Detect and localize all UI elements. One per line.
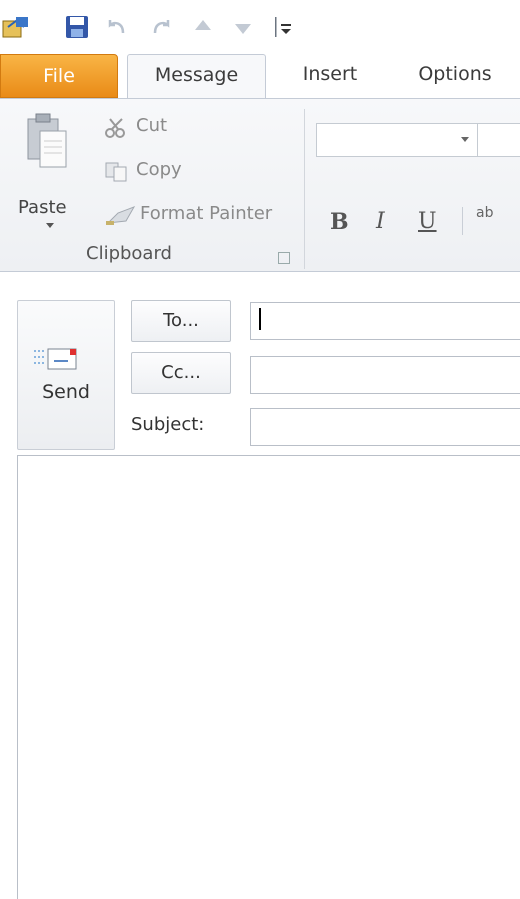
cc-field[interactable] [250,356,520,394]
ribbon-tabs: File Message Insert Options [0,50,520,101]
send-label: Send [42,381,90,403]
save-icon[interactable] [62,12,92,42]
send-envelope-icon [34,348,77,370]
tab-message[interactable]: Message [127,54,266,101]
font-size-combo[interactable] [477,123,520,157]
subject-label: Subject: [131,414,205,435]
to-field[interactable] [250,302,520,340]
to-button[interactable]: To... [131,300,231,342]
clipboard-group-label: Clipboard [86,243,172,264]
copy-icon [105,162,127,182]
bold-button[interactable]: B [330,209,349,235]
chevron-down-icon [461,137,469,142]
format-painter-button[interactable]: Format Painter [140,203,272,224]
redo-icon[interactable] [148,14,174,40]
paste-dropdown-icon[interactable] [46,223,54,228]
font-name-combo[interactable] [316,123,478,157]
tab-insert[interactable]: Insert [290,54,370,94]
format-painter-icon [106,206,136,225]
tab-file[interactable]: File [0,54,118,98]
customize-icon[interactable] [270,14,296,40]
cut-button[interactable]: Cut [136,115,167,136]
outlook-icon[interactable] [0,14,32,42]
down-arrow-icon[interactable] [230,14,256,40]
message-body[interactable] [17,455,520,899]
subject-field[interactable] [250,408,520,446]
paste-button[interactable]: Paste [18,111,78,235]
group-divider [304,109,305,269]
strikethrough-button[interactable]: ab [476,205,493,221]
text-caret [259,308,261,330]
paste-icon [27,113,67,168]
copy-button[interactable]: Copy [136,159,182,180]
send-button[interactable]: Send [17,300,115,450]
up-arrow-icon[interactable] [190,14,216,40]
cc-button[interactable]: Cc... [131,352,231,394]
separator [462,207,463,235]
scissors-icon [105,118,125,138]
underline-button[interactable]: U [418,209,437,234]
tab-options[interactable]: Options [400,54,510,94]
undo-icon[interactable] [104,14,130,40]
quick-access-toolbar [0,0,520,50]
italic-button[interactable]: I [376,209,385,234]
ribbon: Paste Cut Copy Format Painter Clipboard … [0,98,520,272]
dialog-launcher-icon[interactable] [278,252,290,264]
paste-label: Paste [18,197,67,218]
